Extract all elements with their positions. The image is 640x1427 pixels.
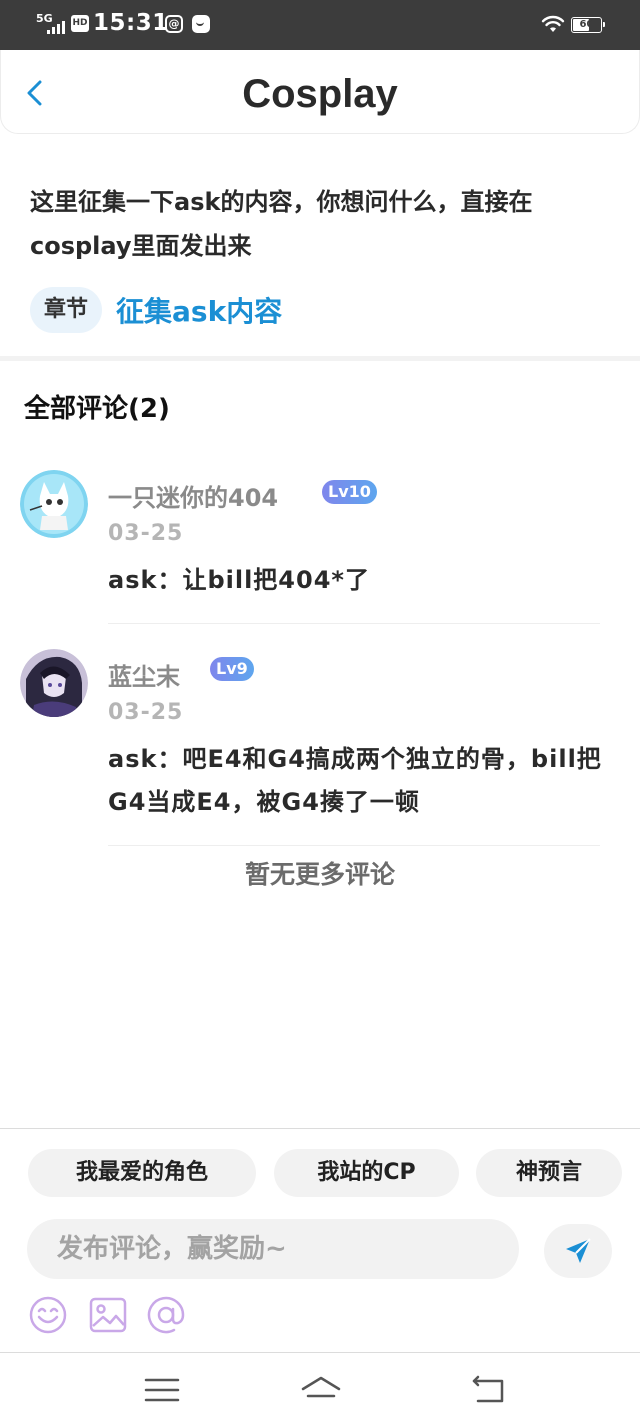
message-icon	[192, 15, 210, 33]
comment-text: ask：让bill把404*了	[108, 566, 370, 594]
status-time: 15:31	[93, 10, 169, 36]
comment-username[interactable]: 一只迷你的404	[108, 478, 278, 513]
no-more-comments: 暂无更多评论	[244, 860, 395, 889]
signal-icon	[47, 20, 67, 34]
back-nav-icon[interactable]	[470, 1375, 506, 1405]
comments-heading: 全部评论(2)	[24, 394, 170, 424]
post-description: 这里征集一下ask的内容，你想问什么，直接在cosplay里面发出来	[30, 188, 533, 260]
image-icon[interactable]	[88, 1295, 128, 1335]
topic-chip-cp[interactable]: 我站的CP	[274, 1149, 459, 1197]
battery-level: 60	[579, 19, 594, 30]
avatar[interactable]	[20, 649, 88, 717]
comment-date: 03-25	[108, 521, 184, 546]
avatar[interactable]	[20, 470, 88, 538]
send-button[interactable]	[544, 1224, 612, 1278]
send-icon	[566, 1238, 591, 1263]
app-header: Cosplay	[0, 50, 640, 134]
menu-icon[interactable]	[144, 1375, 180, 1405]
status-bar: 5G HD 15:31 @ 60	[0, 0, 640, 50]
battery-icon: 60	[571, 17, 605, 33]
battery-tip	[603, 22, 605, 27]
comment-date: 03-25	[108, 700, 184, 725]
chapter-link[interactable]: 征集ask内容	[116, 290, 282, 330]
system-nav-bar	[0, 1355, 640, 1427]
comment-composer: 我最爱的角色 我站的CP 神预言	[0, 1128, 640, 1353]
comment-divider	[108, 845, 600, 846]
topic-chip-favorite-character[interactable]: 我最爱的角色	[28, 1149, 256, 1197]
mention-icon[interactable]	[146, 1295, 186, 1335]
notification-at-icon: @	[165, 15, 183, 33]
chapter-row: 章节 征集ask内容	[30, 286, 282, 334]
page-title: Cosplay	[242, 72, 398, 116]
comment-input[interactable]	[27, 1219, 519, 1279]
level-badge: Lv9	[210, 657, 254, 681]
comment-username[interactable]: 蓝尘末	[108, 657, 180, 692]
section-divider	[0, 356, 640, 361]
topic-chip-prophecy[interactable]: 神预言	[476, 1149, 622, 1197]
comment-text: ask：吧E4和G4搞成两个独立的骨，bill把G4当成E4，被G4揍了一顿	[108, 745, 602, 816]
chapter-badge: 章节	[30, 287, 103, 333]
emoji-icon[interactable]	[28, 1295, 68, 1335]
hd-icon: HD	[71, 15, 89, 32]
wifi-icon	[541, 15, 565, 32]
home-icon[interactable]	[300, 1375, 342, 1405]
level-badge: Lv10	[322, 480, 377, 504]
comment-divider	[108, 623, 600, 624]
